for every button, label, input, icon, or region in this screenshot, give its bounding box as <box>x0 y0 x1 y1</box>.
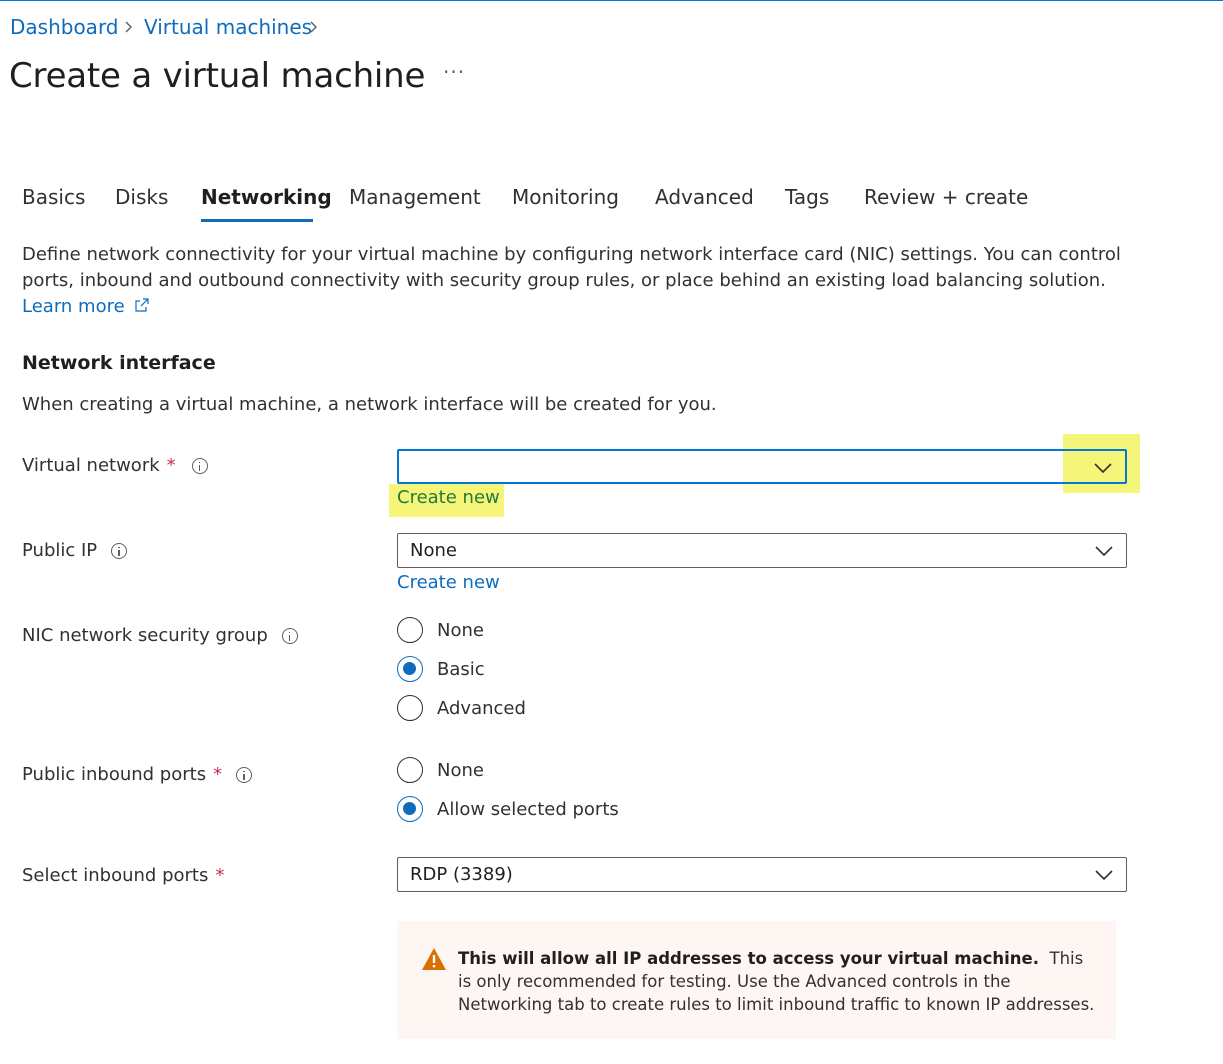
virtual-network-label: Virtual network * <box>22 455 208 476</box>
public-inbound-ports-label: Public inbound ports * <box>22 764 253 785</box>
chevron-right-icon <box>125 21 132 33</box>
required-asterisk: * <box>215 865 225 886</box>
network-interface-description: When creating a virtual machine, a netwo… <box>22 394 717 415</box>
public-inbound-ports-radio-none[interactable]: None <box>397 757 484 783</box>
chevron-right-icon <box>310 21 317 33</box>
intro-description: Define network connectivity for your vir… <box>22 242 1172 320</box>
nic-nsg-label: NIC network security group <box>22 625 298 646</box>
info-icon[interactable] <box>236 766 253 783</box>
public-ip-create-new-link[interactable]: Create new <box>397 572 500 593</box>
breadcrumb-virtual-machines[interactable]: Virtual machines <box>144 15 312 39</box>
network-interface-heading: Network interface <box>22 352 216 374</box>
tab-advanced[interactable]: Advanced <box>655 185 754 209</box>
required-asterisk: * <box>213 764 223 785</box>
tab-networking[interactable]: Networking <box>201 185 332 209</box>
intro-text: Define network connectivity for your vir… <box>22 244 1121 291</box>
page-title: Create a virtual machine <box>9 56 426 96</box>
info-icon[interactable] <box>191 457 208 474</box>
tab-monitoring[interactable]: Monitoring <box>512 185 619 209</box>
public-ip-dropdown[interactable]: None <box>397 533 1127 568</box>
nic-nsg-radio-basic[interactable]: Basic <box>397 656 485 682</box>
top-accent-line <box>0 0 1223 1</box>
learn-more-link[interactable]: Learn more <box>22 296 150 317</box>
breadcrumb-dashboard[interactable]: Dashboard <box>10 15 119 39</box>
select-inbound-ports-label: Select inbound ports * <box>22 865 225 886</box>
public-ip-label: Public IP <box>22 540 128 561</box>
warning-icon <box>422 948 446 970</box>
tab-management[interactable]: Management <box>349 185 481 209</box>
external-link-icon <box>135 298 149 312</box>
tab-basics[interactable]: Basics <box>22 185 85 209</box>
tab-tags[interactable]: Tags <box>785 185 829 209</box>
virtual-network-create-new-link[interactable]: Create new <box>397 487 500 508</box>
select-inbound-ports-dropdown[interactable]: RDP (3389) <box>397 857 1127 892</box>
info-icon[interactable] <box>111 542 128 559</box>
required-asterisk: * <box>166 455 176 476</box>
warning-text: This will allow all IP addresses to acce… <box>458 947 1098 1016</box>
active-tab-indicator <box>201 219 313 222</box>
virtual-network-dropdown[interactable] <box>397 449 1127 484</box>
nic-nsg-radio-advanced[interactable]: Advanced <box>397 695 526 721</box>
chevron-down-icon <box>1095 546 1113 557</box>
tab-disks[interactable]: Disks <box>115 185 168 209</box>
info-icon[interactable] <box>281 627 298 644</box>
warning-message-bar: This will allow all IP addresses to acce… <box>397 921 1116 1039</box>
nic-nsg-radio-none[interactable]: None <box>397 617 484 643</box>
public-inbound-ports-radio-allow-selected[interactable]: Allow selected ports <box>397 796 619 822</box>
chevron-down-icon <box>1094 463 1112 474</box>
chevron-down-icon <box>1095 870 1113 881</box>
more-options-button[interactable]: ··· <box>443 60 465 84</box>
warning-bold-text: This will allow all IP addresses to acce… <box>458 949 1039 968</box>
tab-review-create[interactable]: Review + create <box>864 185 1028 209</box>
